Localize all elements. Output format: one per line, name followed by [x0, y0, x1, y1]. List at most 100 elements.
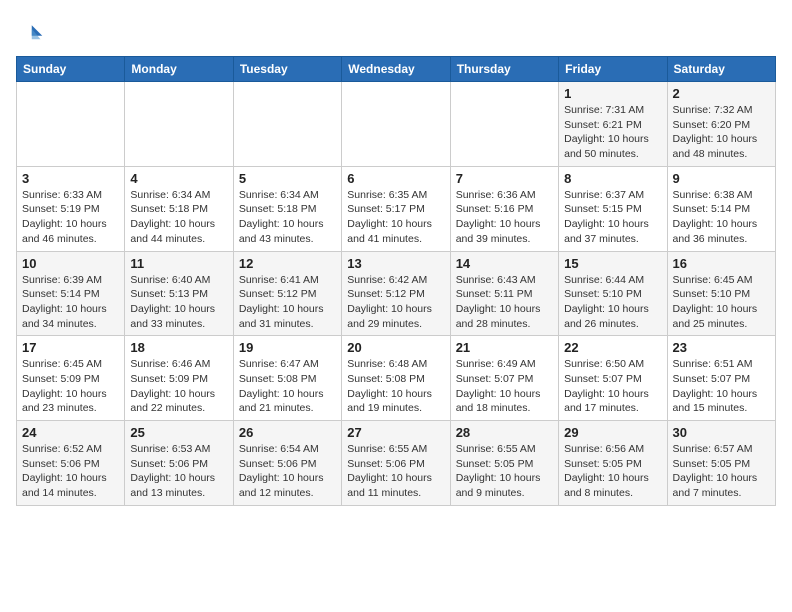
calendar-cell: 28 Sunrise: 6:55 AM Sunset: 5:05 PM Dayli… — [450, 421, 558, 506]
calendar-cell: 15 Sunrise: 6:44 AM Sunset: 5:10 PM Dayli… — [559, 251, 667, 336]
calendar-cell: 23Sunrise: 6:51 AM Sunset: 5:07 PM Dayli… — [667, 336, 775, 421]
calendar-cell: 7Sunrise: 6:36 AM Sunset: 5:16 PM Daylig… — [450, 166, 558, 251]
day-info: Sunrise: 7:31 AM Sunset: 6:21 PM Dayligh… — [564, 103, 661, 162]
calendar-cell: 17 Sunrise: 6:45 AM Sunset: 5:09 PM Dayli… — [17, 336, 125, 421]
day-info: Sunrise: 6:33 AM Sunset: 5:19 PM Dayligh… — [22, 188, 119, 247]
calendar-cell: 30 Sunrise: 6:57 AM Sunset: 5:05 PM Dayli… — [667, 421, 775, 506]
calendar-cell: 26 Sunrise: 6:54 AM Sunset: 5:06 PM Dayli… — [233, 421, 341, 506]
calendar-cell: 27 Sunrise: 6:55 AM Sunset: 5:06 PM Dayli… — [342, 421, 450, 506]
calendar-week-row: 17 Sunrise: 6:45 AM Sunset: 5:09 PM Dayli… — [17, 336, 776, 421]
calendar-cell — [125, 82, 233, 167]
day-number: 9 — [673, 171, 770, 186]
calendar-header-monday: Monday — [125, 57, 233, 82]
day-number: 29 — [564, 425, 661, 440]
day-info: Sunrise: 6:40 AM Sunset: 5:13 PM Dayligh… — [130, 273, 227, 332]
day-info: Sunrise: 6:41 AM Sunset: 5:12 PM Dayligh… — [239, 273, 336, 332]
day-number: 16 — [673, 256, 770, 271]
day-number: 14 — [456, 256, 553, 271]
page-header — [16, 16, 776, 48]
calendar-week-row: 10Sunrise: 6:39 AM Sunset: 5:14 PM Dayli… — [17, 251, 776, 336]
day-info: Sunrise: 7:32 AM Sunset: 6:20 PM Dayligh… — [673, 103, 770, 162]
calendar-cell: 1 Sunrise: 7:31 AM Sunset: 6:21 PM Daylig… — [559, 82, 667, 167]
calendar-header-thursday: Thursday — [450, 57, 558, 82]
calendar-cell: 18Sunrise: 6:46 AM Sunset: 5:09 PM Dayli… — [125, 336, 233, 421]
day-info: Sunrise: 6:54 AM Sunset: 5:06 PM Dayligh… — [239, 442, 336, 501]
day-info: Sunrise: 6:45 AM Sunset: 5:10 PM Dayligh… — [673, 273, 770, 332]
calendar-header-row: SundayMondayTuesdayWednesdayThursdayFrid… — [17, 57, 776, 82]
day-info: Sunrise: 6:37 AM Sunset: 5:15 PM Dayligh… — [564, 188, 661, 247]
day-number: 30 — [673, 425, 770, 440]
calendar-cell: 16 Sunrise: 6:45 AM Sunset: 5:10 PM Dayli… — [667, 251, 775, 336]
calendar-cell — [17, 82, 125, 167]
day-number: 2 — [673, 86, 770, 101]
day-info: Sunrise: 6:34 AM Sunset: 5:18 PM Dayligh… — [130, 188, 227, 247]
calendar-cell: 5Sunrise: 6:34 AM Sunset: 5:18 PM Daylig… — [233, 166, 341, 251]
day-info: Sunrise: 6:50 AM Sunset: 5:07 PM Dayligh… — [564, 357, 661, 416]
day-number: 21 — [456, 340, 553, 355]
day-info: Sunrise: 6:45 AM Sunset: 5:09 PM Dayligh… — [22, 357, 119, 416]
calendar-header-friday: Friday — [559, 57, 667, 82]
day-number: 25 — [130, 425, 227, 440]
day-number: 7 — [456, 171, 553, 186]
day-number: 1 — [564, 86, 661, 101]
calendar-cell: 25 Sunrise: 6:53 AM Sunset: 5:06 PM Dayli… — [125, 421, 233, 506]
day-number: 12 — [239, 256, 336, 271]
calendar-header-wednesday: Wednesday — [342, 57, 450, 82]
day-number: 28 — [456, 425, 553, 440]
day-info: Sunrise: 6:39 AM Sunset: 5:14 PM Dayligh… — [22, 273, 119, 332]
day-info: Sunrise: 6:42 AM Sunset: 5:12 PM Dayligh… — [347, 273, 444, 332]
day-number: 24 — [22, 425, 119, 440]
calendar-cell: 2 Sunrise: 7:32 AM Sunset: 6:20 PM Daylig… — [667, 82, 775, 167]
calendar-cell — [233, 82, 341, 167]
day-info: Sunrise: 6:49 AM Sunset: 5:07 PM Dayligh… — [456, 357, 553, 416]
calendar-week-row: 3 Sunrise: 6:33 AM Sunset: 5:19 PM Daylig… — [17, 166, 776, 251]
calendar-cell: 3 Sunrise: 6:33 AM Sunset: 5:19 PM Daylig… — [17, 166, 125, 251]
calendar-cell: 10Sunrise: 6:39 AM Sunset: 5:14 PM Dayli… — [17, 251, 125, 336]
calendar-cell: 24 Sunrise: 6:52 AM Sunset: 5:06 PM Dayli… — [17, 421, 125, 506]
calendar-header-sunday: Sunday — [17, 57, 125, 82]
calendar-table: SundayMondayTuesdayWednesdayThursdayFrid… — [16, 56, 776, 506]
calendar-week-row: 24 Sunrise: 6:52 AM Sunset: 5:06 PM Dayli… — [17, 421, 776, 506]
calendar-cell: 14Sunrise: 6:43 AM Sunset: 5:11 PM Dayli… — [450, 251, 558, 336]
calendar-cell: 22Sunrise: 6:50 AM Sunset: 5:07 PM Dayli… — [559, 336, 667, 421]
day-number: 11 — [130, 256, 227, 271]
day-info: Sunrise: 6:38 AM Sunset: 5:14 PM Dayligh… — [673, 188, 770, 247]
day-info: Sunrise: 6:47 AM Sunset: 5:08 PM Dayligh… — [239, 357, 336, 416]
day-info: Sunrise: 6:52 AM Sunset: 5:06 PM Dayligh… — [22, 442, 119, 501]
day-number: 27 — [347, 425, 444, 440]
logo-icon — [16, 20, 44, 48]
calendar-header-saturday: Saturday — [667, 57, 775, 82]
day-info: Sunrise: 6:56 AM Sunset: 5:05 PM Dayligh… — [564, 442, 661, 501]
day-number: 5 — [239, 171, 336, 186]
day-number: 17 — [22, 340, 119, 355]
day-info: Sunrise: 6:55 AM Sunset: 5:06 PM Dayligh… — [347, 442, 444, 501]
day-info: Sunrise: 6:57 AM Sunset: 5:05 PM Dayligh… — [673, 442, 770, 501]
calendar-cell: 8Sunrise: 6:37 AM Sunset: 5:15 PM Daylig… — [559, 166, 667, 251]
calendar-week-row: 1 Sunrise: 7:31 AM Sunset: 6:21 PM Daylig… — [17, 82, 776, 167]
day-number: 4 — [130, 171, 227, 186]
calendar-cell: 13 Sunrise: 6:42 AM Sunset: 5:12 PM Dayli… — [342, 251, 450, 336]
calendar-cell: 19 Sunrise: 6:47 AM Sunset: 5:08 PM Dayli… — [233, 336, 341, 421]
calendar-cell — [342, 82, 450, 167]
calendar-cell: 11 Sunrise: 6:40 AM Sunset: 5:13 PM Dayli… — [125, 251, 233, 336]
day-number: 3 — [22, 171, 119, 186]
day-number: 15 — [564, 256, 661, 271]
calendar-cell: 4 Sunrise: 6:34 AM Sunset: 5:18 PM Daylig… — [125, 166, 233, 251]
day-number: 20 — [347, 340, 444, 355]
logo — [16, 20, 48, 48]
day-number: 26 — [239, 425, 336, 440]
day-number: 18 — [130, 340, 227, 355]
day-number: 23 — [673, 340, 770, 355]
calendar-cell: 29 Sunrise: 6:56 AM Sunset: 5:05 PM Dayli… — [559, 421, 667, 506]
calendar-cell: 21 Sunrise: 6:49 AM Sunset: 5:07 PM Dayli… — [450, 336, 558, 421]
calendar-cell — [450, 82, 558, 167]
day-info: Sunrise: 6:53 AM Sunset: 5:06 PM Dayligh… — [130, 442, 227, 501]
day-number: 19 — [239, 340, 336, 355]
day-info: Sunrise: 6:55 AM Sunset: 5:05 PM Dayligh… — [456, 442, 553, 501]
day-number: 6 — [347, 171, 444, 186]
day-number: 13 — [347, 256, 444, 271]
day-info: Sunrise: 6:44 AM Sunset: 5:10 PM Dayligh… — [564, 273, 661, 332]
day-info: Sunrise: 6:48 AM Sunset: 5:08 PM Dayligh… — [347, 357, 444, 416]
day-info: Sunrise: 6:35 AM Sunset: 5:17 PM Dayligh… — [347, 188, 444, 247]
calendar-cell: 12 Sunrise: 6:41 AM Sunset: 5:12 PM Dayli… — [233, 251, 341, 336]
